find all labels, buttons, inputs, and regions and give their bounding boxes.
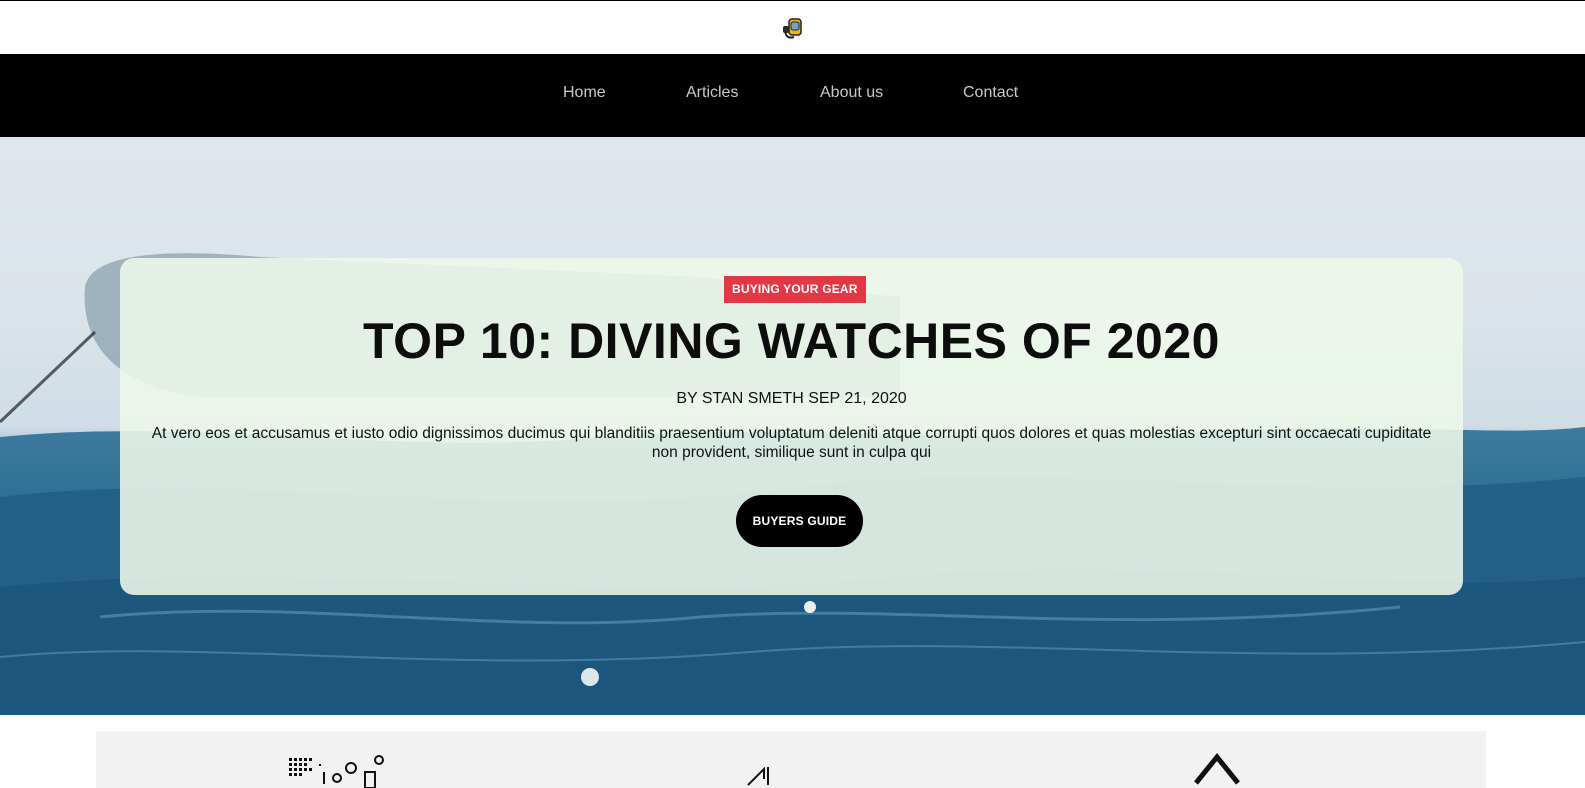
nav-articles[interactable]: Articles	[686, 84, 738, 102]
features-strip	[96, 731, 1486, 788]
dot-pattern-icon	[289, 755, 384, 788]
main-nav: Home Articles About us Contact	[0, 54, 1585, 137]
nav-about-us[interactable]: About us	[820, 84, 883, 102]
snorkel-mask-icon[interactable]	[782, 17, 804, 41]
article-excerpt: At vero eos et accusamus et iusto odio d…	[151, 425, 1432, 461]
article-title[interactable]: TOP 10: DIVING WATCHES OF 2020	[120, 312, 1463, 370]
logo-bar	[0, 0, 1585, 54]
buyers-guide-button[interactable]: BUYERS GUIDE	[736, 495, 863, 547]
nav-contact[interactable]: Contact	[963, 84, 1018, 102]
category-tag[interactable]: BUYING YOUR GEAR	[724, 276, 866, 303]
article-byline: BY STAN SMETH SEP 21, 2020	[676, 390, 907, 407]
fin-icon	[747, 766, 769, 786]
nav-home[interactable]: Home	[563, 84, 606, 102]
mountain-icon	[1194, 753, 1240, 785]
